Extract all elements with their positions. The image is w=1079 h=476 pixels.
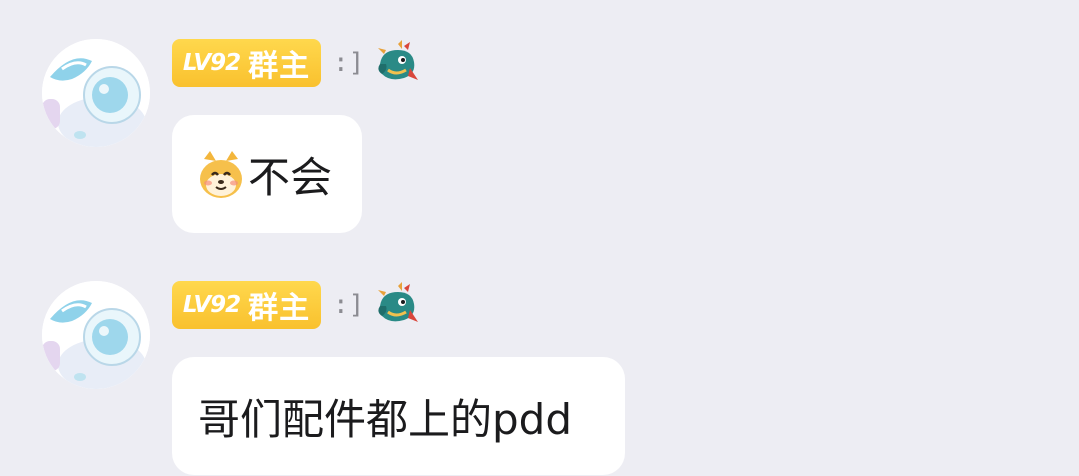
- dragon-icon: [378, 282, 419, 322]
- emote-code: :]: [333, 290, 365, 320]
- role-badge: 群主: [248, 291, 311, 326]
- sender-title-row: LV92 群主 :]: [172, 39, 420, 87]
- sender-avatar[interactable]: [42, 281, 150, 389]
- level-badge: LV92: [182, 50, 241, 76]
- message-text: 哥们配件都上的pdd: [198, 394, 572, 444]
- message-bubble[interactable]: 哥们配件都上的pdd: [172, 357, 625, 475]
- message-text: 不会: [248, 152, 333, 202]
- sender-avatar[interactable]: [42, 39, 150, 147]
- emote-code: :]: [333, 48, 365, 78]
- level-role-badge[interactable]: LV92 群主: [172, 39, 321, 87]
- cat-face-emoji: [200, 151, 242, 198]
- water-drop-character-avatar-icon: [42, 281, 150, 389]
- sender-title-row: LV92 群主 :]: [172, 281, 420, 329]
- dragon-icon: [378, 40, 419, 80]
- level-badge: LV92: [182, 292, 241, 318]
- chat-message: LV92 群主 :] 哥们配件都上的pdd: [0, 240, 1079, 476]
- role-badge: 群主: [248, 49, 311, 84]
- chat-message: LV92 群主 :] 不会: [0, 0, 1079, 240]
- level-role-badge[interactable]: LV92 群主: [172, 281, 321, 329]
- water-drop-character-avatar-icon: [42, 39, 150, 147]
- message-bubble[interactable]: 不会: [172, 115, 362, 233]
